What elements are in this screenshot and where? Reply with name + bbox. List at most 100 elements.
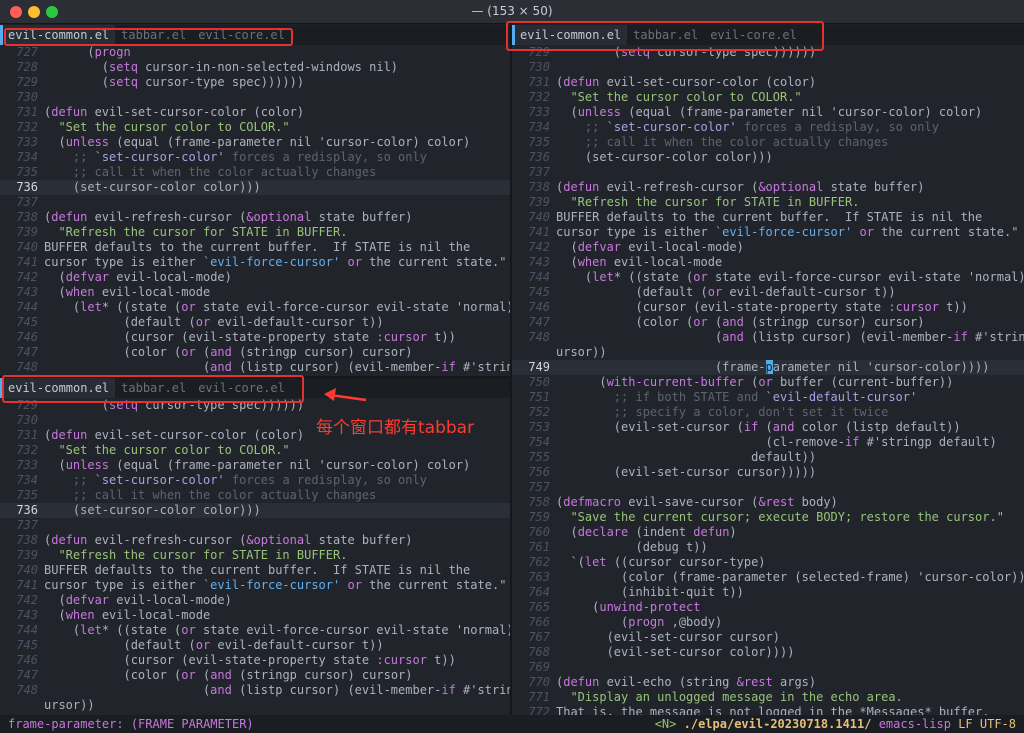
code-area[interactable]: 729 (setq cursor-type spec)))))) 730 731 (d… (0, 398, 510, 713)
code-line[interactable]: 747 (color (or (and (stringp cursor) cur… (512, 315, 1024, 330)
code-line[interactable]: 747 (color (or (and (stringp cursor) cur… (0, 345, 510, 360)
code-line[interactable]: 732 "Set the cursor color to COLOR." (0, 120, 510, 135)
code-line[interactable]: 736 (set-cursor-color color))) (0, 180, 510, 195)
code-line[interactable]: 768 (evil-set-cursor color)))) (512, 645, 1024, 660)
code-line[interactable]: 737 (0, 195, 510, 210)
code-area[interactable]: 729 (setq cursor-type spec)))))) 730 731 (d… (512, 45, 1024, 715)
code-line[interactable]: 756 (evil-set-cursor cursor))))) (512, 465, 1024, 480)
code-line[interactable]: 772 That is, the message is not logged in… (512, 705, 1024, 715)
code-line[interactable]: 738 (defun evil-refresh-cursor (&optional… (512, 180, 1024, 195)
code-text: (let* ((state (or state evil-force-curso… (44, 300, 510, 314)
code-line[interactable]: 740 BUFFER defaults to the current buffer… (512, 210, 1024, 225)
code-line[interactable]: 731 (defun evil-set-cursor-color (color) (512, 75, 1024, 90)
code-line[interactable]: 745 (default (or evil-default-cursor t)) (0, 315, 510, 330)
code-line[interactable]: 741 cursor type is either `evil-force-cur… (512, 225, 1024, 240)
line-number: 738 (528, 180, 550, 194)
code-text: (progn (44, 45, 131, 59)
code-area[interactable]: 727 (progn 728 (setq cursor-in-non-select… (0, 45, 510, 375)
code-line[interactable]: 747 (color (or (and (stringp cursor) cur… (0, 668, 510, 683)
code-line[interactable]: 738 (defun evil-refresh-cursor (&optional… (0, 210, 510, 225)
code-line[interactable]: 753 (evil-set-cursor (if (and color (lis… (512, 420, 1024, 435)
code-line[interactable]: 766 (progn ,@body) (512, 615, 1024, 630)
code-line[interactable]: 754 (cl-remove-if #'stringp default) (512, 435, 1024, 450)
code-line[interactable]: 733 (unless (equal (frame-parameter nil … (0, 458, 510, 473)
code-line[interactable]: 737 (0, 518, 510, 533)
code-line[interactable]: 763 (color (frame-parameter (selected-fr… (512, 570, 1024, 585)
code-text: (set-cursor-color color))) (44, 180, 261, 194)
code-line[interactable]: 760 (declare (indent defun) (512, 525, 1024, 540)
code-line[interactable]: 750 (with-current-buffer (or buffer (cur… (512, 375, 1024, 390)
code-line[interactable]: 742 (defvar evil-local-mode) (512, 240, 1024, 255)
code-text: (set-cursor-color color))) (556, 150, 773, 164)
code-text: (defmacro evil-save-cursor (&rest body) (556, 495, 838, 509)
code-line[interactable]: 734 ;; `set-cursor-color' forces a redis… (0, 150, 510, 165)
code-line[interactable]: 752 ;; specify a color, don't set it twi… (512, 405, 1024, 420)
code-line[interactable]: 728 (setq cursor-in-non-selected-windows… (0, 60, 510, 75)
code-line[interactable]: 743 (when evil-local-mode (512, 255, 1024, 270)
code-line[interactable]: 746 (cursor (evil-state-property state :… (0, 653, 510, 668)
code-line[interactable]: 746 (cursor (evil-state-property state :… (512, 300, 1024, 315)
eol-type: LF (958, 717, 973, 731)
code-line[interactable]: 765 (unwind-protect (512, 600, 1024, 615)
code-line[interactable]: 733 (unless (equal (frame-parameter nil … (0, 135, 510, 150)
code-line[interactable]: 741 cursor type is either `evil-force-cur… (0, 578, 510, 593)
code-line[interactable]: 730 (0, 90, 510, 105)
code-text: (color (frame-parameter (selected-frame)… (556, 570, 1024, 584)
code-line[interactable]: 748 (and (listp cursor) (evil-member-if … (512, 330, 1024, 345)
code-line[interactable]: 735 ;; call it when the color actually c… (0, 488, 510, 503)
code-line[interactable]: 767 (evil-set-cursor cursor) (512, 630, 1024, 645)
code-line[interactable]: 749 (frame-parameter nil 'cursor-color))… (512, 360, 1024, 375)
code-line[interactable]: 771 "Display an unlogged message in the … (512, 690, 1024, 705)
code-line[interactable]: 757 (512, 480, 1024, 495)
code-line[interactable]: 745 (default (or evil-default-cursor t)) (0, 638, 510, 653)
code-line[interactable]: 732 "Set the cursor color to COLOR." (0, 443, 510, 458)
code-line[interactable]: 738 (defun evil-refresh-cursor (&optional… (0, 533, 510, 548)
code-line[interactable]: ursor)) (0, 698, 510, 713)
code-line[interactable]: 759 "Save the current cursor; execute BO… (512, 510, 1024, 525)
window-title: — (153 × 50) (471, 4, 553, 18)
code-line[interactable]: 744 (let* ((state (or state evil-force-c… (0, 623, 510, 638)
code-line[interactable]: 740 BUFFER defaults to the current buffer… (0, 563, 510, 578)
code-line[interactable]: 744 (let* ((state (or state evil-force-c… (0, 300, 510, 315)
code-line[interactable]: 743 (when evil-local-mode (0, 285, 510, 300)
code-line[interactable]: 746 (cursor (evil-state-property state :… (0, 330, 510, 345)
code-line[interactable]: 734 ;; `set-cursor-color' forces a redis… (0, 473, 510, 488)
code-line[interactable]: 731 (defun evil-set-cursor-color (color) (0, 105, 510, 120)
code-line[interactable]: 732 "Set the cursor color to COLOR." (512, 90, 1024, 105)
code-line[interactable]: 736 (set-cursor-color color))) (512, 150, 1024, 165)
code-line[interactable]: 742 (defvar evil-local-mode) (0, 593, 510, 608)
code-line[interactable]: 742 (defvar evil-local-mode) (0, 270, 510, 285)
code-line[interactable]: 770 (defun evil-echo (string &rest args) (512, 675, 1024, 690)
code-line[interactable]: 736 (set-cursor-color color))) (0, 503, 510, 518)
code-line[interactable]: 758 (defmacro evil-save-cursor (&rest bod… (512, 495, 1024, 510)
code-line[interactable]: 739 "Refresh the cursor for STATE in BUF… (0, 225, 510, 240)
code-line[interactable]: ursor)) (512, 345, 1024, 360)
code-line[interactable]: 735 ;; call it when the color actually c… (512, 135, 1024, 150)
code-line[interactable]: 745 (default (or evil-default-cursor t)) (512, 285, 1024, 300)
code-line[interactable]: 727 (progn (0, 45, 510, 60)
code-line[interactable]: 764 (inhibit-quit t)) (512, 585, 1024, 600)
code-line[interactable]: 729 (setq cursor-type spec)))))) (0, 75, 510, 90)
code-line[interactable]: 751 ;; if both STATE and `evil-default-c… (512, 390, 1024, 405)
code-line[interactable]: 734 ;; `set-cursor-color' forces a redis… (512, 120, 1024, 135)
code-line[interactable]: 737 (512, 165, 1024, 180)
code-line[interactable]: 748 (and (listp cursor) (evil-member-if … (0, 360, 510, 375)
code-line[interactable]: 733 (unless (equal (frame-parameter nil … (512, 105, 1024, 120)
code-line[interactable]: 739 "Refresh the cursor for STATE in BUF… (0, 548, 510, 563)
code-line[interactable]: 735 ;; call it when the color actually c… (0, 165, 510, 180)
line-number: 744 (16, 300, 38, 314)
editor-pane-right[interactable]: evil-common.el tabbar.el evil-core.el 729 … (512, 25, 1024, 715)
code-line[interactable]: 761 (debug t)) (512, 540, 1024, 555)
code-line[interactable]: 730 (512, 60, 1024, 75)
code-line[interactable]: 769 (512, 660, 1024, 675)
code-line[interactable]: 748 (and (listp cursor) (evil-member-if … (0, 683, 510, 698)
code-line[interactable]: 740 BUFFER defaults to the current buffer… (0, 240, 510, 255)
code-line[interactable]: 762 `(let ((cursor cursor-type) (512, 555, 1024, 570)
code-line[interactable]: 739 "Refresh the cursor for STATE in BUF… (512, 195, 1024, 210)
code-line[interactable]: 744 (let* ((state (or state evil-force-c… (512, 270, 1024, 285)
line-number: 742 (16, 270, 38, 284)
code-line[interactable]: 741 cursor type is either `evil-force-cur… (0, 255, 510, 270)
editor-pane-top-left[interactable]: evil-common.el tabbar.el evil-core.el 727 … (0, 25, 510, 376)
code-line[interactable]: 755 default)) (512, 450, 1024, 465)
code-line[interactable]: 743 (when evil-local-mode (0, 608, 510, 623)
